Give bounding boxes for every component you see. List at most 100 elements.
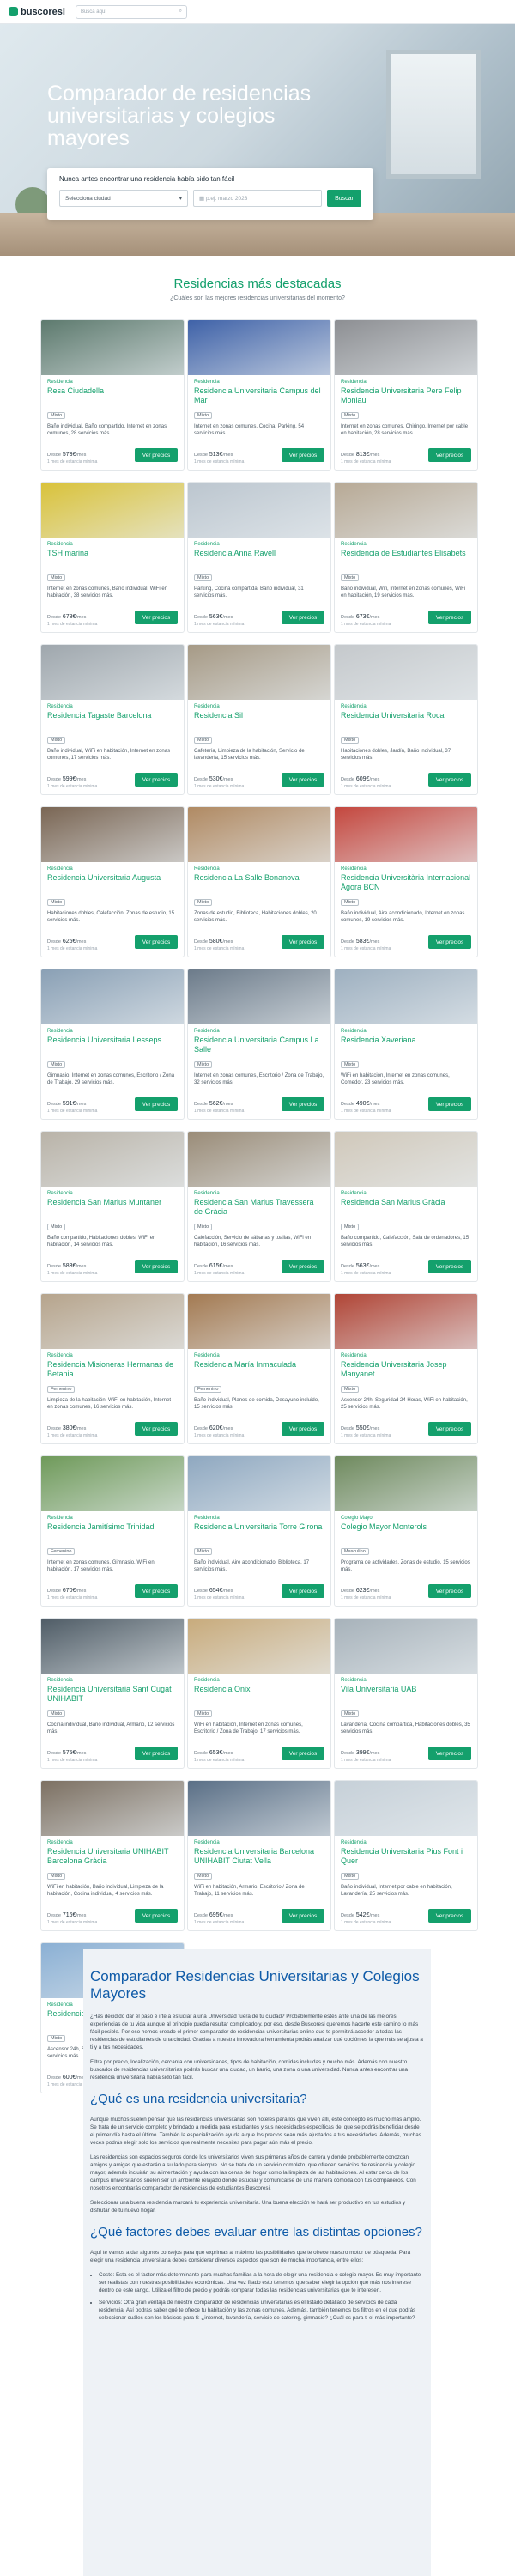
residence-photo[interactable] bbox=[188, 645, 330, 700]
residence-name-link[interactable]: Residencia Tagaste Barcelona bbox=[47, 711, 178, 730]
residence-name-link[interactable]: Residencia Universitaria Augusta bbox=[47, 873, 178, 892]
residence-name-link[interactable]: Colegio Mayor Monterols bbox=[341, 1522, 471, 1541]
residence-card[interactable]: Residencia Residencia Misioneras Hermanas… bbox=[40, 1293, 185, 1444]
residence-name-link[interactable]: Residencia Sil bbox=[194, 711, 324, 730]
residence-photo[interactable] bbox=[41, 1781, 184, 1836]
view-prices-button[interactable]: Ver precios bbox=[428, 1909, 471, 1923]
residence-photo[interactable] bbox=[188, 1294, 330, 1349]
buscoresi-logo[interactable]: buscoresi bbox=[9, 7, 65, 17]
residence-name-link[interactable]: Residencia Universitaria Campus del Mar bbox=[194, 386, 324, 405]
residence-card[interactable]: Residencia Residencia Universitària Inter… bbox=[334, 806, 478, 957]
view-prices-button[interactable]: Ver precios bbox=[428, 1584, 471, 1598]
residence-photo[interactable] bbox=[41, 1132, 184, 1187]
residence-name-link[interactable]: Resa Ciudadella bbox=[47, 386, 178, 405]
header-search-input[interactable]: Busca aquí ⌕ bbox=[75, 4, 187, 19]
residence-photo[interactable] bbox=[41, 1619, 184, 1674]
residence-card[interactable]: Residencia Residencia María Inmaculada Fem… bbox=[187, 1293, 331, 1444]
residence-name-link[interactable]: Residencia Universitaria Pius Font i Que… bbox=[341, 1847, 471, 1866]
residence-photo[interactable] bbox=[335, 1132, 477, 1187]
residence-photo[interactable] bbox=[188, 1781, 330, 1836]
view-prices-button[interactable]: Ver precios bbox=[135, 1422, 178, 1436]
view-prices-button[interactable]: Ver precios bbox=[282, 935, 324, 949]
view-prices-button[interactable]: Ver precios bbox=[428, 448, 471, 462]
view-prices-button[interactable]: Ver precios bbox=[282, 448, 324, 462]
residence-card[interactable]: Residencia Residencia Onix Mixto WiFi en ha… bbox=[187, 1618, 331, 1769]
date-input[interactable]: ▦ p.ej. marzo 2023 bbox=[193, 190, 322, 207]
view-prices-button[interactable]: Ver precios bbox=[428, 1260, 471, 1273]
residence-card[interactable]: Residencia Residencia Universitaria Josep… bbox=[334, 1293, 478, 1444]
view-prices-button[interactable]: Ver precios bbox=[135, 1260, 178, 1273]
residence-name-link[interactable]: TSH marina bbox=[47, 549, 178, 568]
view-prices-button[interactable]: Ver precios bbox=[135, 1747, 178, 1760]
residence-card[interactable]: Residencia Residencia La Salle Bonanova Mi… bbox=[187, 806, 331, 957]
view-prices-button[interactable]: Ver precios bbox=[428, 935, 471, 949]
residence-name-link[interactable]: Residencia Universitaria Barcelona UNIHA… bbox=[194, 1847, 324, 1866]
residence-photo[interactable] bbox=[335, 1456, 477, 1511]
residence-name-link[interactable]: Residencia Universitaria Roca bbox=[341, 711, 471, 730]
residence-card[interactable]: Residencia Residencia Xaveriana Mixto WiFi … bbox=[334, 969, 478, 1120]
residence-photo[interactable] bbox=[41, 645, 184, 700]
residence-name-link[interactable]: Residencia San Marius Gràcia bbox=[341, 1198, 471, 1217]
view-prices-button[interactable]: Ver precios bbox=[282, 773, 324, 787]
view-prices-button[interactable]: Ver precios bbox=[282, 611, 324, 624]
view-prices-button[interactable]: Ver precios bbox=[428, 1747, 471, 1760]
residence-photo[interactable] bbox=[335, 1781, 477, 1836]
residence-card[interactable]: Residencia TSH marina Mixto Internet en zon… bbox=[40, 482, 185, 633]
residence-photo[interactable] bbox=[188, 1456, 330, 1511]
residence-name-link[interactable]: Residencia Universitaria Torre Girona bbox=[194, 1522, 324, 1541]
residence-card[interactable]: Residencia Vila Universitaria UAB Mixto Lav… bbox=[334, 1618, 478, 1769]
view-prices-button[interactable]: Ver precios bbox=[428, 611, 471, 624]
residence-name-link[interactable]: Residencia Jamitísimo Trinidad bbox=[47, 1522, 178, 1541]
residence-photo[interactable] bbox=[335, 1619, 477, 1674]
residence-card[interactable]: Residencia Residencia Universitaria Barce… bbox=[187, 1780, 331, 1931]
residence-name-link[interactable]: Residencia Universitària Internacional À… bbox=[341, 873, 471, 892]
residence-name-link[interactable]: Residencia Universitaria Josep Manyanet bbox=[341, 1360, 471, 1379]
residence-photo[interactable] bbox=[188, 1132, 330, 1187]
residence-photo[interactable] bbox=[335, 320, 477, 375]
residence-photo[interactable] bbox=[188, 969, 330, 1024]
residence-photo[interactable] bbox=[41, 483, 184, 538]
view-prices-button[interactable]: Ver precios bbox=[135, 1097, 178, 1111]
residence-card[interactable]: Residencia Residencia Universitaria Roca M… bbox=[334, 644, 478, 795]
residence-name-link[interactable]: Residencia María Inmaculada bbox=[194, 1360, 324, 1379]
view-prices-button[interactable]: Ver precios bbox=[135, 1909, 178, 1923]
residence-card[interactable]: Residencia Residencia Universitaria Pius … bbox=[334, 1780, 478, 1931]
residence-card[interactable]: Residencia Residencia Jamitísimo Trinidad… bbox=[40, 1455, 185, 1607]
residence-photo[interactable] bbox=[41, 320, 184, 375]
view-prices-button[interactable]: Ver precios bbox=[282, 1584, 324, 1598]
residence-card[interactable]: Residencia Residencia Universitaria Campu… bbox=[187, 319, 331, 471]
view-prices-button[interactable]: Ver precios bbox=[282, 1909, 324, 1923]
residence-card[interactable]: Residencia Residencia San Marius Muntaner… bbox=[40, 1131, 185, 1282]
city-select[interactable]: Selecciona ciudad ▾ bbox=[59, 190, 188, 207]
view-prices-button[interactable]: Ver precios bbox=[135, 773, 178, 787]
residence-name-link[interactable]: Residencia San Marius Muntaner bbox=[47, 1198, 178, 1217]
view-prices-button[interactable]: Ver precios bbox=[428, 773, 471, 787]
residence-name-link[interactable]: Residencia Misioneras Hermanas de Betani… bbox=[47, 1360, 178, 1379]
residence-card[interactable]: Residencia Residencia Tagaste Barcelona Mi… bbox=[40, 644, 185, 795]
view-prices-button[interactable]: Ver precios bbox=[282, 1422, 324, 1436]
residence-photo[interactable] bbox=[335, 1294, 477, 1349]
residence-card[interactable]: Residencia Residencia Universitaria Torre… bbox=[187, 1455, 331, 1607]
residence-name-link[interactable]: Residencia Anna Ravell bbox=[194, 549, 324, 568]
residence-photo[interactable] bbox=[188, 1619, 330, 1674]
view-prices-button[interactable]: Ver precios bbox=[135, 935, 178, 949]
residence-card[interactable]: Residencia Residencia San Marius Travesse… bbox=[187, 1131, 331, 1282]
view-prices-button[interactable]: Ver precios bbox=[428, 1422, 471, 1436]
residence-card[interactable]: Residencia Residencia Universitaria UNIHA… bbox=[40, 1780, 185, 1931]
view-prices-button[interactable]: Ver precios bbox=[282, 1747, 324, 1760]
search-icon[interactable]: ⌕ bbox=[179, 9, 182, 15]
residence-photo[interactable] bbox=[41, 807, 184, 862]
view-prices-button[interactable]: Ver precios bbox=[135, 611, 178, 624]
residence-photo[interactable] bbox=[41, 1294, 184, 1349]
view-prices-button[interactable]: Ver precios bbox=[428, 1097, 471, 1111]
residence-photo[interactable] bbox=[188, 483, 330, 538]
residence-name-link[interactable]: Vila Universitaria UAB bbox=[341, 1685, 471, 1704]
residence-name-link[interactable]: Residencia La Salle Bonanova bbox=[194, 873, 324, 892]
residence-card[interactable]: Residencia Residencia Universitaria Augus… bbox=[40, 806, 185, 957]
residence-name-link[interactable]: Residencia Onix bbox=[194, 1685, 324, 1704]
residence-name-link[interactable]: Residencia de Estudiantes Elisabets bbox=[341, 549, 471, 568]
residence-card[interactable]: Residencia Residencia Universitaria Pere … bbox=[334, 319, 478, 471]
search-button[interactable]: Buscar bbox=[327, 190, 361, 207]
residence-card[interactable]: Colegio Mayor Colegio Mayor Monterols Masc… bbox=[334, 1455, 478, 1607]
residence-name-link[interactable]: Residencia San Marius Travessera de Gràc… bbox=[194, 1198, 324, 1217]
